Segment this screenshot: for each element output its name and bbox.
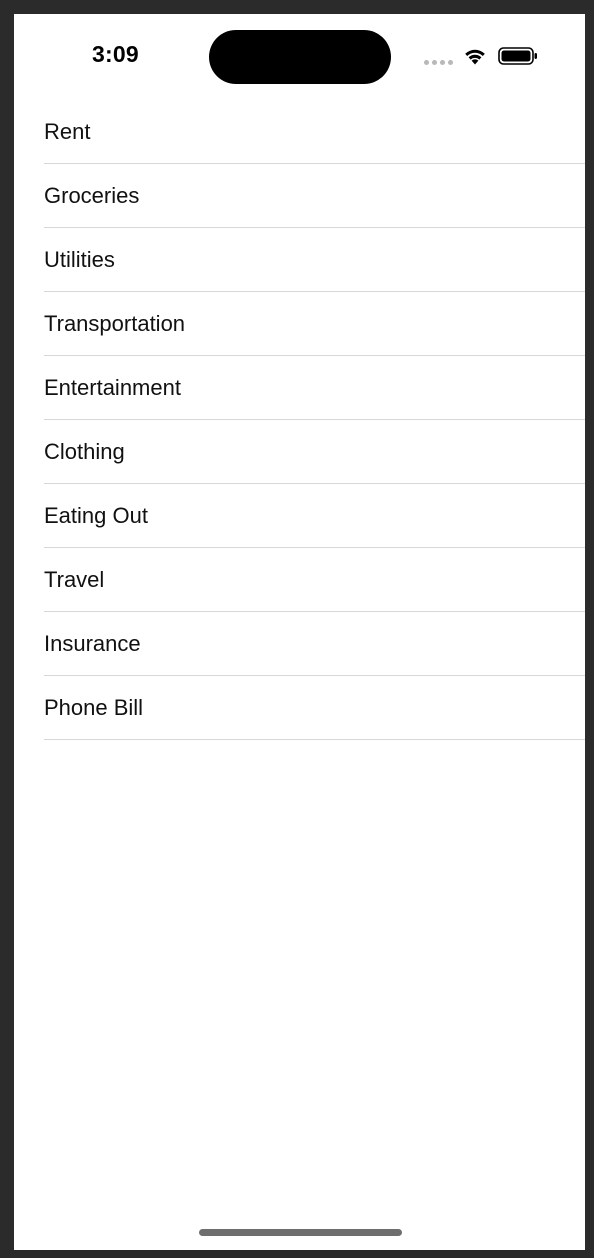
list-item[interactable]: Insurance [14,612,585,676]
list-item-label: Insurance [44,631,141,656]
list-item[interactable]: Groceries [14,164,585,228]
list-item[interactable]: Rent [14,100,585,164]
list-item[interactable]: Utilities [14,228,585,292]
list-item[interactable]: Clothing [14,420,585,484]
phone-screen: 3:09 Rent Groceries Utilities Transporta… [14,14,585,1250]
list-item[interactable]: Transportation [14,292,585,356]
list-item-label: Clothing [44,439,125,464]
battery-icon [498,47,537,65]
list-item[interactable]: Entertainment [14,356,585,420]
list-item-label: Travel [44,567,105,592]
list-item-label: Rent [44,119,91,144]
list-item[interactable]: Travel [14,548,585,612]
category-list: Rent Groceries Utilities Transportation … [14,100,585,740]
cellular-signal-icon [424,60,454,66]
dynamic-island [209,30,391,84]
list-item-label: Groceries [44,183,140,208]
list-item-label: Entertainment [44,375,181,400]
list-item[interactable]: Eating Out [14,484,585,548]
list-item-label: Utilities [44,247,115,272]
status-time: 3:09 [92,41,139,67]
device-frame: 3:09 Rent Groceries Utilities Transporta… [0,0,594,1258]
list-item[interactable]: Phone Bill [14,676,585,740]
home-indicator[interactable] [199,1229,402,1236]
list-item-label: Transportation [44,311,186,336]
status-bar: 3:09 [14,14,585,98]
wifi-icon [465,49,485,65]
list-item-label: Eating Out [44,503,148,528]
list-item-label: Phone Bill [44,695,144,720]
